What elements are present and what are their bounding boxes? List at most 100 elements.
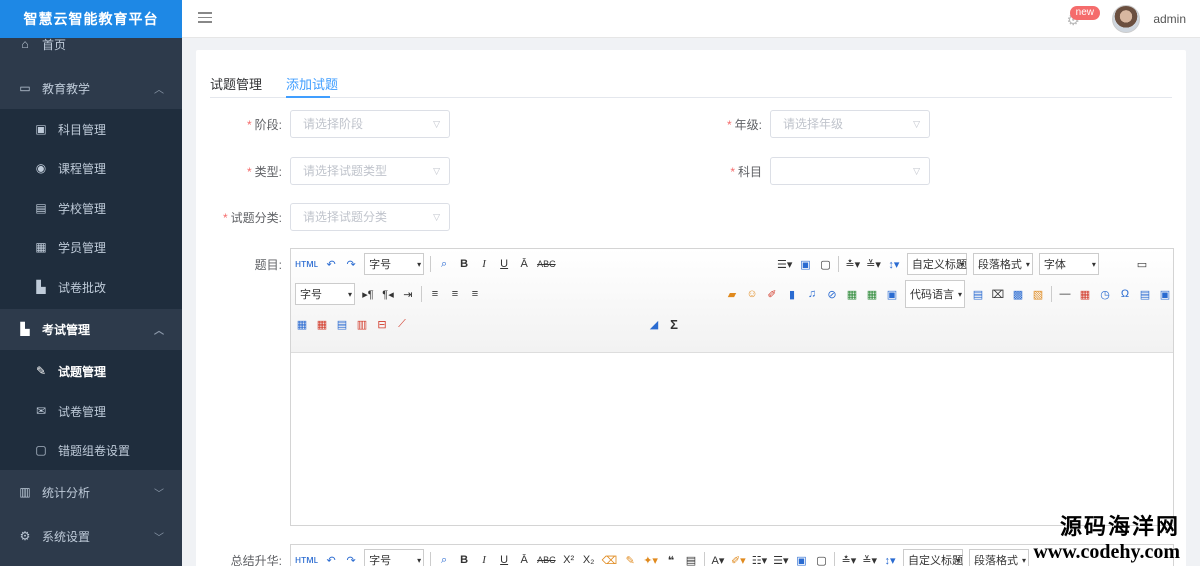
select-all-icon[interactable]: ▣ <box>798 256 812 272</box>
font-color-icon[interactable]: A▾ <box>711 552 725 566</box>
redo-icon[interactable]: ↷ <box>344 552 358 566</box>
sidebar-item-questions[interactable]: ✎ 试题管理 <box>0 353 182 389</box>
sidebar-item-settings[interactable]: ⚙ 系统设置 ﹀ <box>0 518 182 554</box>
align-right-icon[interactable]: ≡ <box>468 286 482 302</box>
highlight-icon[interactable]: ✐▾ <box>731 552 746 566</box>
line-height-icon[interactable]: ↕▾ <box>883 552 897 566</box>
image-icon[interactable]: ▰ <box>725 286 739 302</box>
sidebar-item-schools[interactable]: ▤ 学校管理 <box>0 190 182 226</box>
sidebar-item-exams[interactable]: ▙ 考试管理 ︿ <box>0 311 182 347</box>
redo-icon[interactable]: ↷ <box>344 256 358 272</box>
font-border-icon[interactable]: Ā <box>517 552 531 566</box>
ordered-list-icon[interactable]: ☷▾ <box>752 552 767 566</box>
underline-icon[interactable]: U <box>497 256 511 272</box>
horizontal-rule-icon[interactable]: — <box>1058 286 1072 302</box>
sidebar-item-grading[interactable]: ▙ 试卷批改 <box>0 269 182 305</box>
clear-doc-icon[interactable]: ▢ <box>818 256 832 272</box>
music-icon[interactable]: ♫ <box>805 286 819 302</box>
strikethrough-icon[interactable]: ABC <box>537 256 556 272</box>
map-icon[interactable]: ▦ <box>845 286 859 302</box>
row-spacing-top-icon[interactable]: ≛▾ <box>841 552 856 566</box>
print-icon[interactable]: ▣ <box>1158 286 1172 302</box>
undo-icon[interactable]: ↶ <box>324 256 338 272</box>
video-insert-icon[interactable]: ▮ <box>785 286 799 302</box>
row-spacing-bottom-icon[interactable]: ≚▾ <box>866 256 881 272</box>
insert-row-icon[interactable]: ▥ <box>355 316 369 332</box>
user-name[interactable]: admin <box>1153 12 1186 26</box>
background-icon[interactable]: ▩ <box>1011 286 1025 302</box>
strikethrough-icon[interactable]: ABC <box>537 552 556 566</box>
type-select[interactable]: 请选择试题类型 ▽ <box>290 157 450 185</box>
font-border-icon[interactable]: Ā <box>517 256 531 272</box>
list-icon[interactable]: ☰▾ <box>777 256 792 272</box>
scrawl-icon[interactable]: ✐ <box>765 286 779 302</box>
menu-toggle-icon[interactable] <box>198 12 212 26</box>
sidebar-item-teaching[interactable]: ▭ 教育教学 ︿ <box>0 70 182 106</box>
html-source-icon[interactable]: ʜᴛᴍʟ <box>295 256 318 272</box>
indent-icon[interactable]: ⇥ <box>401 286 415 302</box>
undo-icon[interactable]: ↶ <box>324 552 338 566</box>
row-spacing-bottom-icon[interactable]: ≚▾ <box>862 552 877 566</box>
custom-title-select[interactable]: 自定义标题 ▾ <box>906 253 967 275</box>
special-char-icon[interactable]: Ω <box>1118 286 1132 302</box>
underline-icon[interactable]: U <box>497 552 511 566</box>
sidebar-item-students[interactable]: ▦ 学员管理 <box>0 229 182 265</box>
sidebar-item-subjects[interactable]: ▣ 科目管理 <box>0 111 182 147</box>
code-language-select[interactable]: 代码语言 ▾ <box>905 280 965 308</box>
font-size-select[interactable]: 字号 ▾ <box>364 253 425 275</box>
paragraph-select[interactable]: 段落格式 ▾ <box>968 549 1029 566</box>
sidebar-item-wrong-set[interactable]: ▢ 错题组卷设置 <box>0 432 182 468</box>
tab-question-manage[interactable]: 试题管理 <box>210 74 262 93</box>
bold-icon[interactable]: B <box>457 256 471 272</box>
line-height-icon[interactable]: ↕▾ <box>887 256 901 272</box>
sidebar-item-courses[interactable]: ◉ 课程管理 <box>0 150 182 186</box>
formula-icon[interactable]: Σ <box>667 316 681 332</box>
category-select[interactable]: 请选择试题分类 ▽ <box>290 203 450 231</box>
charts-icon[interactable]: ◢ <box>647 316 661 332</box>
align-center-icon[interactable]: ≡ <box>448 286 462 302</box>
snap-icon[interactable]: ▤ <box>1138 286 1152 302</box>
align-left-icon[interactable]: ≡ <box>428 286 442 302</box>
avatar[interactable] <box>1112 5 1140 33</box>
paragraph-select[interactable]: 段落格式 ▾ <box>972 253 1033 275</box>
subject-select[interactable]: ▽ <box>770 157 930 185</box>
template-icon[interactable]: ⌧ <box>991 286 1005 302</box>
stage-select[interactable]: 请选择阶段 ▽ <box>290 110 450 138</box>
eraser-icon[interactable]: ⌫ <box>602 552 618 566</box>
insert-table-icon[interactable]: ▦ <box>295 316 309 332</box>
insert-col-icon[interactable]: ⟋ <box>395 316 409 332</box>
gmap-icon[interactable]: ▦ <box>865 286 879 302</box>
unordered-list-icon[interactable]: ☰▾ <box>773 552 788 566</box>
bold-icon[interactable]: B <box>457 552 471 566</box>
find-icon[interactable]: ⌕ <box>437 552 451 566</box>
sidebar-item-papers[interactable]: ✉ 试卷管理 <box>0 393 182 429</box>
subscript-icon[interactable]: X₂ <box>582 552 596 566</box>
blockquote-icon[interactable]: ❝ <box>664 552 678 566</box>
insert-paragraph-icon[interactable]: ▤ <box>335 316 349 332</box>
time-icon[interactable]: ◷ <box>1098 286 1112 302</box>
delete-table-icon[interactable]: ▦ <box>315 316 329 332</box>
sidebar-item-home[interactable]: ⌂ 首页 <box>0 26 182 62</box>
clear-doc-icon[interactable]: ▢ <box>814 552 828 566</box>
italic-icon[interactable]: I <box>477 256 491 272</box>
fullscreen-icon[interactable]: ▭ <box>1135 256 1149 272</box>
find-icon[interactable]: ⌕ <box>437 256 451 272</box>
font-size-select[interactable]: 字号 ▾ <box>364 549 425 566</box>
rtl-icon[interactable]: ¶◂ <box>381 286 395 302</box>
format-brush-icon[interactable]: ✎ <box>623 552 637 566</box>
wordimage-icon[interactable]: ▧ <box>1031 286 1045 302</box>
paste-plain-icon[interactable]: ▤ <box>684 552 698 566</box>
tab-add-question[interactable]: 添加试题 <box>286 74 338 93</box>
italic-icon[interactable]: I <box>477 552 491 566</box>
select-all-icon[interactable]: ▣ <box>794 552 808 566</box>
superscript-icon[interactable]: X² <box>562 552 576 566</box>
sidebar-item-stats[interactable]: ▥ 统计分析 ﹀ <box>0 474 182 510</box>
pagebreak-icon[interactable]: ▤ <box>971 286 985 302</box>
font-family-select[interactable]: 字体 ▾ <box>1038 253 1099 275</box>
grade-select[interactable]: 请选择年级 ▽ <box>770 110 930 138</box>
emotion-icon[interactable]: ☺ <box>745 286 759 302</box>
auto-format-icon[interactable]: ✦▾ <box>643 552 658 566</box>
custom-title-select[interactable]: 自定义标题 ▾ <box>902 549 963 566</box>
html-source-icon[interactable]: ʜᴛᴍʟ <box>295 552 318 566</box>
attachment-icon[interactable]: ⊘ <box>825 286 839 302</box>
